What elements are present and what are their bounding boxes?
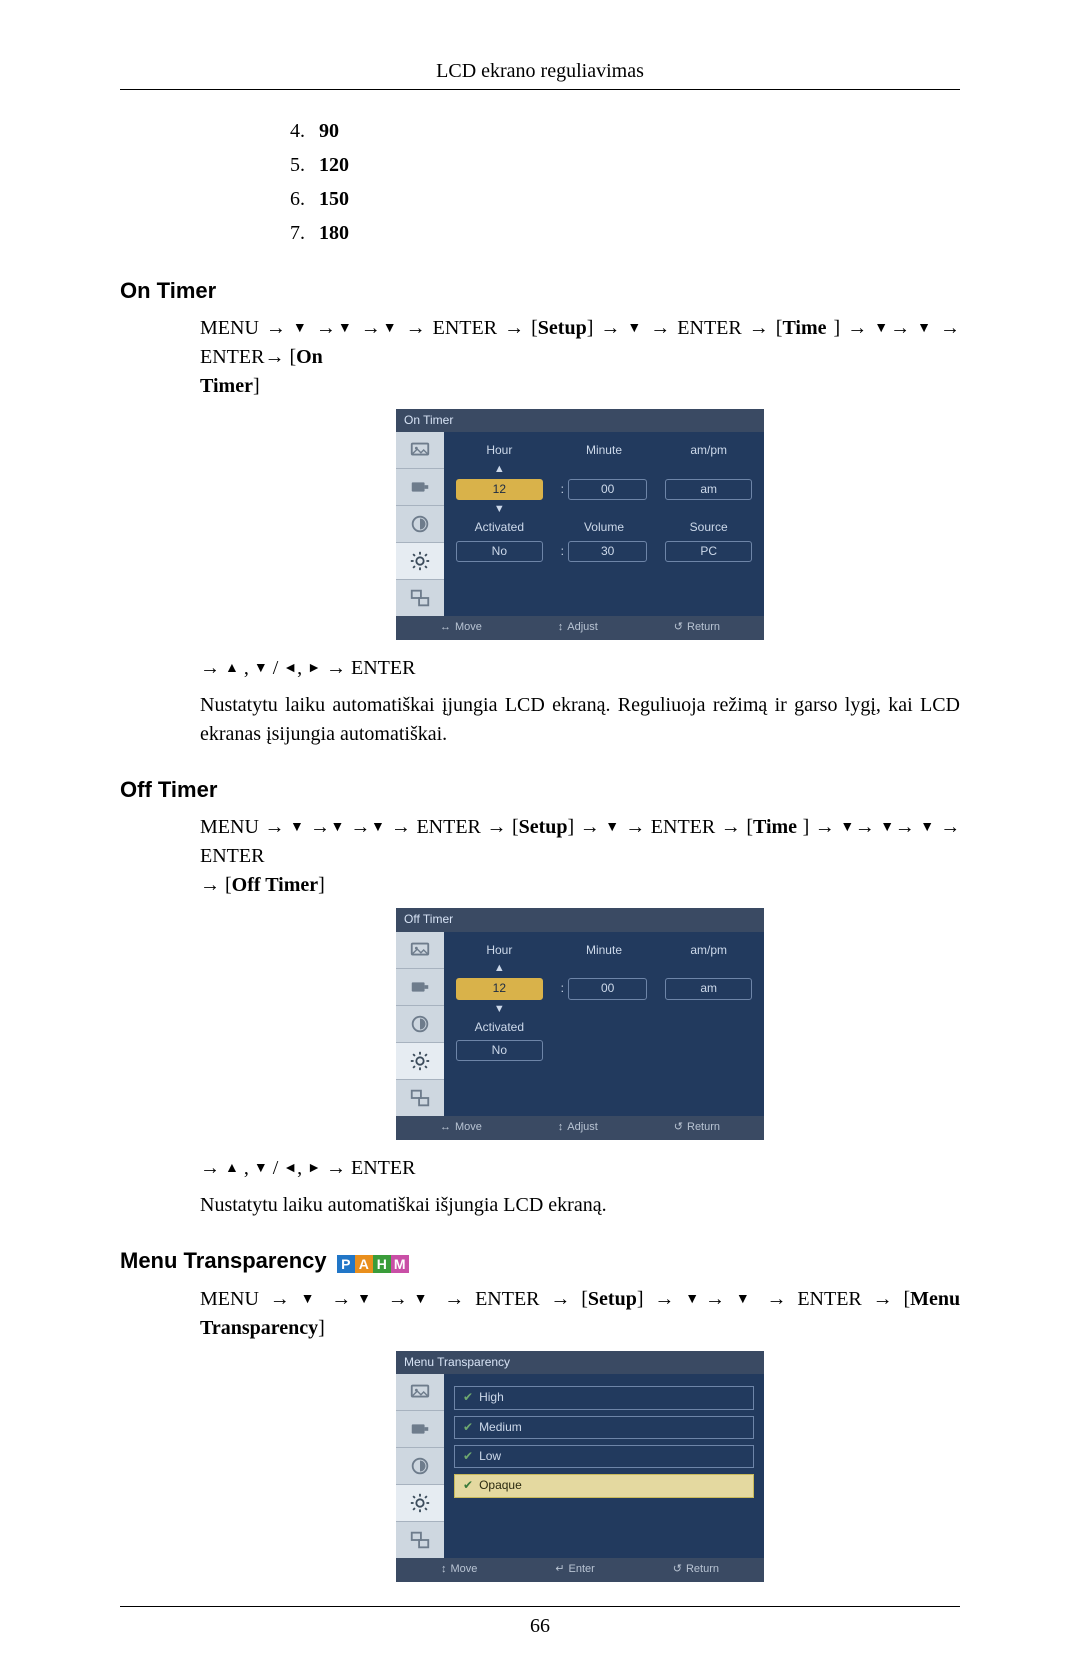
nav-off-timer-post: → ▲ , ▼ / ◄, ► → ENTER xyxy=(200,1154,960,1183)
picture-icon[interactable] xyxy=(396,1374,444,1411)
badge-a-icon: A xyxy=(355,1255,373,1273)
osd-col-ampm: am/pm xyxy=(665,442,752,459)
osd-col-hour: Hour xyxy=(456,942,543,959)
multi-icon[interactable] xyxy=(396,1080,444,1116)
osd-option-low[interactable]: ✔Low xyxy=(454,1445,754,1468)
badge-m-icon: M xyxy=(391,1255,409,1273)
heading-on-timer: On Timer xyxy=(120,278,960,304)
osd-sidebar xyxy=(396,432,444,616)
list-item: 6. 150 xyxy=(290,182,960,216)
osd-title: Off Timer xyxy=(396,908,764,931)
osd-activated-field[interactable]: No xyxy=(456,1040,543,1061)
page-number: 66 xyxy=(120,1615,960,1638)
up-icon: ▲ xyxy=(456,464,543,475)
footer-divider xyxy=(120,1606,960,1607)
return-icon: ↺ xyxy=(673,1562,682,1578)
up-icon: ▲ xyxy=(456,963,543,974)
badge-p-icon: P xyxy=(337,1255,355,1273)
check-icon: ✔ xyxy=(463,1448,473,1465)
down-icon: ▼ xyxy=(293,321,309,336)
osd-col-minute: Minute xyxy=(561,442,648,459)
sound-icon[interactable] xyxy=(396,1006,444,1043)
osd-option-high[interactable]: ✔High xyxy=(454,1386,754,1409)
nav-on-timer-post: → ▲ , ▼ / ◄, ► → ENTER xyxy=(200,654,960,683)
osd-minute-field[interactable]: 00 xyxy=(568,479,647,500)
header-divider xyxy=(120,89,960,90)
osd-col-activated: Activated xyxy=(456,519,543,536)
osd-activated-field[interactable]: No xyxy=(456,541,543,562)
picture-icon[interactable] xyxy=(396,932,444,969)
check-icon: ✔ xyxy=(463,1419,473,1436)
input-icon[interactable] xyxy=(396,1411,444,1448)
return-icon: ↺ xyxy=(674,620,683,636)
osd-footer: ↔Move ↕Adjust ↺Return xyxy=(396,1116,764,1140)
page-header: LCD ekrano reguliavimas xyxy=(120,60,960,83)
osd-hour-field[interactable]: 12 xyxy=(456,479,543,500)
down-icon: ▼ xyxy=(456,1004,543,1015)
osd-col-activated: Activated xyxy=(456,1019,543,1036)
osd-title: Menu Transparency xyxy=(396,1351,764,1374)
osd-minute-field[interactable]: 00 xyxy=(568,978,647,999)
setup-icon[interactable] xyxy=(396,1485,444,1522)
check-icon: ✔ xyxy=(463,1389,473,1406)
osd-option-opaque[interactable]: ✔Opaque xyxy=(454,1474,754,1497)
on-timer-description: Nustatytu laiku automatiškai įjungia LCD… xyxy=(200,691,960,749)
nav-menu-transparency: MENU → ▼ →▼ →▼ → ENTER → [Setup] → ▼→ ▼ … xyxy=(200,1285,960,1343)
osd-ampm-field[interactable]: am xyxy=(665,978,752,999)
list-item: 5. 120 xyxy=(290,148,960,182)
check-icon: ✔ xyxy=(463,1477,473,1494)
osd-source-field[interactable]: PC xyxy=(665,541,752,562)
osd-off-timer: Off Timer Hour Minute am/pm xyxy=(396,908,764,1139)
heading-menu-transparency: Menu Transparency PAHM xyxy=(120,1248,960,1275)
osd-col-source: Source xyxy=(665,519,752,536)
move-icon: ↔ xyxy=(440,1120,451,1136)
input-icon[interactable] xyxy=(396,969,444,1006)
down-icon: ▼ xyxy=(456,504,543,515)
off-timer-description: Nustatytu laiku automatiškai išjungia LC… xyxy=(200,1191,960,1220)
osd-col-hour: Hour xyxy=(456,442,543,459)
osd-title: On Timer xyxy=(396,409,764,432)
setup-icon[interactable] xyxy=(396,1043,444,1080)
nav-off-timer: MENU → ▼ →▼ →▼ → ENTER → [Setup] → ▼ → E… xyxy=(200,813,960,900)
setup-icon[interactable] xyxy=(396,543,444,580)
osd-hour-field[interactable]: 12 xyxy=(456,978,543,999)
return-icon: ↺ xyxy=(674,1120,683,1136)
adjust-icon: ↕ xyxy=(558,620,564,636)
osd-col-ampm: am/pm xyxy=(665,942,752,959)
multi-icon[interactable] xyxy=(396,580,444,616)
adjust-icon: ↕ xyxy=(558,1120,564,1136)
osd-volume-field[interactable]: 30 xyxy=(568,541,647,562)
heading-off-timer: Off Timer xyxy=(120,777,960,803)
osd-on-timer: On Timer Hour Minute am/pm xyxy=(396,409,764,640)
osd-menu-transparency: Menu Transparency ✔High ✔Medium ✔Low ✔Op… xyxy=(396,1351,764,1582)
osd-col-minute: Minute xyxy=(561,942,648,959)
sound-icon[interactable] xyxy=(396,1448,444,1485)
list-item: 4. 90 xyxy=(290,114,960,148)
badge-h-icon: H xyxy=(373,1255,391,1273)
sound-icon[interactable] xyxy=(396,506,444,543)
osd-ampm-field[interactable]: am xyxy=(665,479,752,500)
list-item: 7. 180 xyxy=(290,216,960,250)
osd-footer: ↔Move ↕Adjust ↺Return xyxy=(396,616,764,640)
nav-on-timer: MENU → ▼ →▼ →▼ → ENTER → [Setup] → ▼ → E… xyxy=(200,314,960,401)
osd-sidebar xyxy=(396,1374,444,1558)
multi-icon[interactable] xyxy=(396,1522,444,1558)
numbered-list: 4. 90 5. 120 6. 150 7. 180 xyxy=(290,114,960,250)
enter-icon: ↵ xyxy=(555,1562,564,1578)
input-icon[interactable] xyxy=(396,469,444,506)
osd-col-volume: Volume xyxy=(561,519,648,536)
osd-sidebar xyxy=(396,932,444,1116)
picture-icon[interactable] xyxy=(396,432,444,469)
move-icon: ↕ xyxy=(441,1562,447,1578)
osd-option-medium[interactable]: ✔Medium xyxy=(454,1416,754,1439)
osd-footer: ↕ Move ↵ Enter ↺ Return xyxy=(396,1558,764,1582)
move-icon: ↔ xyxy=(440,620,451,636)
